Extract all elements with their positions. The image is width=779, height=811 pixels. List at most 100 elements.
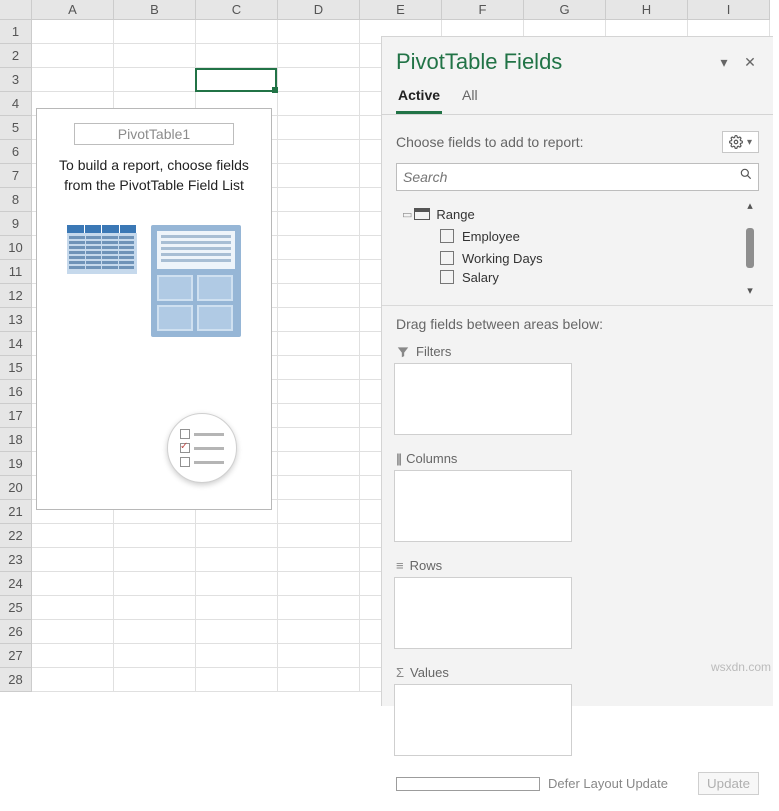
cell[interactable] — [278, 284, 360, 308]
row-header-17[interactable]: 17 — [0, 404, 32, 428]
cell[interactable] — [278, 92, 360, 116]
row-header-1[interactable]: 1 — [0, 20, 32, 44]
column-header-A[interactable]: A — [32, 0, 114, 20]
field-item-salary[interactable]: Salary — [396, 269, 739, 285]
area-values-dropzone[interactable] — [394, 684, 572, 756]
row-header-3[interactable]: 3 — [0, 68, 32, 92]
cell[interactable] — [114, 596, 196, 620]
cell[interactable] — [32, 548, 114, 572]
cell[interactable] — [32, 44, 114, 68]
cell[interactable] — [32, 68, 114, 92]
cell[interactable] — [32, 620, 114, 644]
cell[interactable] — [278, 500, 360, 524]
taskpane-options-icon[interactable]: ▾ — [715, 54, 733, 71]
scroll-thumb[interactable] — [746, 228, 754, 268]
row-header-10[interactable]: 10 — [0, 236, 32, 260]
row-header-13[interactable]: 13 — [0, 308, 32, 332]
cell[interactable] — [114, 20, 196, 44]
cell[interactable] — [278, 572, 360, 596]
field-item-working-days[interactable]: Working Days — [396, 247, 739, 269]
area-rows-dropzone[interactable] — [394, 577, 572, 649]
cell[interactable] — [32, 644, 114, 668]
row-header-22[interactable]: 22 — [0, 524, 32, 548]
column-header-G[interactable]: G — [524, 0, 606, 20]
cell[interactable] — [32, 596, 114, 620]
cell[interactable] — [278, 140, 360, 164]
row-header-25[interactable]: 25 — [0, 596, 32, 620]
cell[interactable] — [278, 356, 360, 380]
cell[interactable] — [114, 44, 196, 68]
cell[interactable] — [278, 20, 360, 44]
cell[interactable] — [278, 188, 360, 212]
row-header-16[interactable]: 16 — [0, 380, 32, 404]
cell[interactable] — [114, 644, 196, 668]
row-header-8[interactable]: 8 — [0, 188, 32, 212]
cell[interactable] — [196, 68, 278, 92]
cell[interactable] — [196, 572, 278, 596]
cell[interactable] — [196, 20, 278, 44]
cell[interactable] — [32, 572, 114, 596]
row-header-4[interactable]: 4 — [0, 92, 32, 116]
defer-update-checkbox[interactable] — [396, 777, 540, 791]
cell[interactable] — [196, 644, 278, 668]
checkbox-employee[interactable] — [440, 229, 454, 243]
checkbox-working-days[interactable] — [440, 251, 454, 265]
cell[interactable] — [114, 572, 196, 596]
cell[interactable] — [196, 548, 278, 572]
cell[interactable] — [114, 68, 196, 92]
cell[interactable] — [278, 380, 360, 404]
scroll-down-icon[interactable]: ▾ — [747, 284, 753, 297]
search-icon[interactable] — [739, 167, 753, 184]
column-header-E[interactable]: E — [360, 0, 442, 20]
cell[interactable] — [278, 44, 360, 68]
column-header-B[interactable]: B — [114, 0, 196, 20]
cell[interactable] — [278, 404, 360, 428]
row-header-11[interactable]: 11 — [0, 260, 32, 284]
area-filters-dropzone[interactable] — [394, 363, 572, 435]
cell[interactable] — [278, 68, 360, 92]
row-header-14[interactable]: 14 — [0, 332, 32, 356]
cell[interactable] — [114, 548, 196, 572]
cell[interactable] — [278, 212, 360, 236]
pivottable-placeholder[interactable]: PivotTable1 To build a report, choose fi… — [36, 108, 272, 510]
cell[interactable] — [32, 20, 114, 44]
column-header-D[interactable]: D — [278, 0, 360, 20]
cell[interactable] — [32, 524, 114, 548]
row-header-2[interactable]: 2 — [0, 44, 32, 68]
tab-active[interactable]: Active — [396, 81, 442, 114]
cell[interactable] — [114, 524, 196, 548]
cell[interactable] — [278, 644, 360, 668]
row-header-18[interactable]: 18 — [0, 428, 32, 452]
tab-all[interactable]: All — [460, 81, 480, 114]
cell[interactable] — [196, 596, 278, 620]
cell[interactable] — [278, 164, 360, 188]
field-item-employee[interactable]: Employee — [396, 225, 739, 247]
cell[interactable] — [278, 620, 360, 644]
tools-dropdown-button[interactable]: ▾ — [722, 131, 759, 153]
row-header-28[interactable]: 28 — [0, 668, 32, 692]
row-header-27[interactable]: 27 — [0, 644, 32, 668]
collapse-icon[interactable]: ▭ — [402, 208, 412, 221]
cell[interactable] — [114, 668, 196, 692]
column-header-F[interactable]: F — [442, 0, 524, 20]
cell[interactable] — [278, 236, 360, 260]
row-header-20[interactable]: 20 — [0, 476, 32, 500]
select-all-corner[interactable] — [0, 0, 32, 20]
checkbox-salary[interactable] — [440, 270, 454, 284]
row-header-23[interactable]: 23 — [0, 548, 32, 572]
cell[interactable] — [278, 668, 360, 692]
area-columns-dropzone[interactable] — [394, 470, 572, 542]
row-header-6[interactable]: 6 — [0, 140, 32, 164]
row-header-12[interactable]: 12 — [0, 284, 32, 308]
row-header-21[interactable]: 21 — [0, 500, 32, 524]
cell[interactable] — [278, 524, 360, 548]
cell[interactable] — [196, 524, 278, 548]
row-header-24[interactable]: 24 — [0, 572, 32, 596]
cell[interactable] — [278, 548, 360, 572]
cell[interactable] — [278, 260, 360, 284]
cell[interactable] — [196, 668, 278, 692]
cell[interactable] — [278, 452, 360, 476]
cell[interactable] — [278, 596, 360, 620]
cell[interactable] — [196, 620, 278, 644]
field-list[interactable]: ▭ Range Employee Working Days Salary — [396, 199, 739, 297]
